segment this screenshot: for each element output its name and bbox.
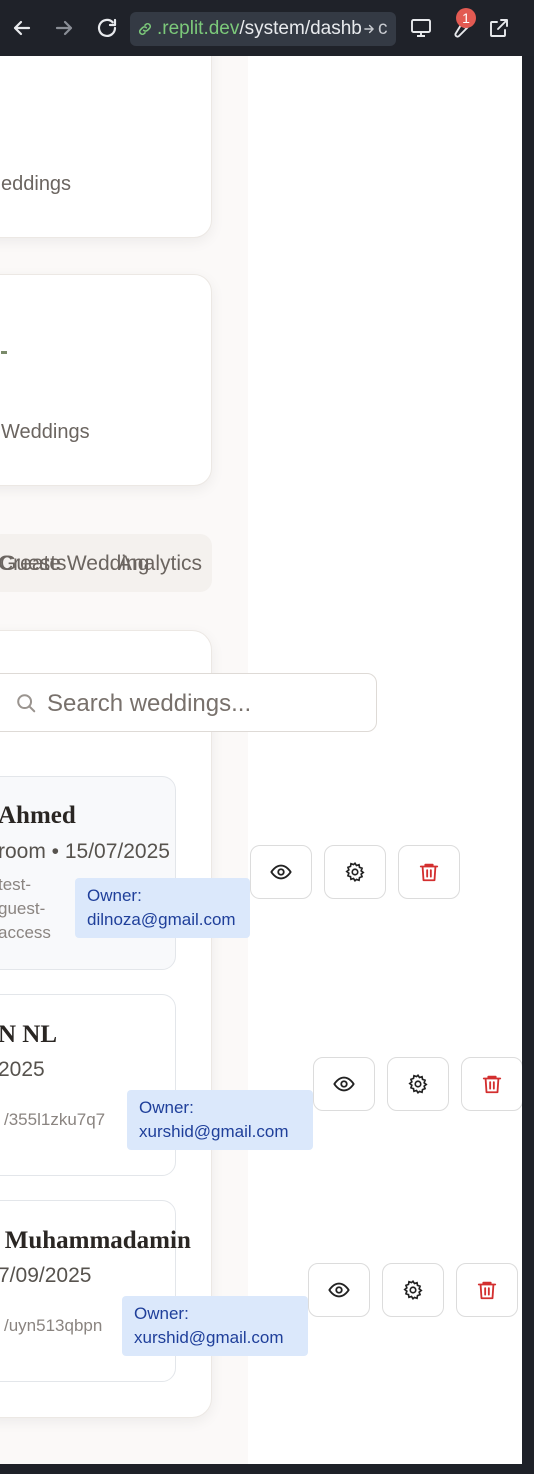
wedding-slug: /uyn513qbpn xyxy=(4,1316,103,1335)
delete-button[interactable] xyxy=(461,1057,522,1111)
search-input[interactable] xyxy=(45,686,349,722)
eye-icon xyxy=(270,864,292,880)
settings-button[interactable] xyxy=(324,845,386,899)
eye-icon xyxy=(328,1282,350,1298)
wedding-slug: test- guest- access xyxy=(0,875,51,942)
trash-icon xyxy=(477,1281,497,1300)
link-icon xyxy=(138,22,152,36)
forward-arrow-icon[interactable] xyxy=(52,16,76,40)
owner-badge: Owner: xurshid@gmail.com xyxy=(127,1090,313,1150)
browser-toolbar: .replit.dev/system/dashb c 1 xyxy=(0,0,534,56)
view-button[interactable] xyxy=(313,1057,375,1111)
settings-button[interactable] xyxy=(382,1263,444,1317)
notification-badge: 1 xyxy=(456,8,476,28)
stat-label: Weddings xyxy=(1,421,90,443)
stat-indicator xyxy=(1,351,7,354)
settings-button[interactable] xyxy=(387,1057,449,1111)
url-arrow-icon xyxy=(364,24,374,34)
url-text: .replit.dev/system/dashb xyxy=(157,18,362,40)
window-edge xyxy=(522,56,534,1464)
reload-icon[interactable] xyxy=(95,16,119,40)
tab-guests[interactable]: Guests xyxy=(0,552,67,576)
gear-icon xyxy=(408,1074,428,1094)
owner-badge: Owner: dilnoza@gmail.com xyxy=(75,878,250,938)
stat-card-weddings: eddings xyxy=(0,56,212,238)
wedding-name: N NL xyxy=(0,1021,58,1048)
wedding-slug: /355l1zku7q7 xyxy=(4,1110,106,1129)
url-tail: c xyxy=(378,18,388,39)
ring-icon xyxy=(0,65,11,115)
tabs-bar: Create Wedding Guests Analytics xyxy=(0,534,212,592)
owner-badge: Owner: xurshid@gmail.com xyxy=(122,1296,308,1356)
search-box xyxy=(0,673,377,732)
delete-button[interactable] xyxy=(398,845,460,899)
wedding-date: 2025 xyxy=(0,1058,45,1081)
wedding-date: 7/09/2025 xyxy=(0,1264,92,1287)
delete-button[interactable] xyxy=(456,1263,518,1317)
search-icon xyxy=(17,694,36,713)
external-link-icon[interactable] xyxy=(487,16,511,40)
page-content: eddings Weddings Create Wedding Guests A… xyxy=(0,56,522,1464)
url-domain: .replit.dev xyxy=(157,18,240,39)
stat-card-active-weddings: Weddings xyxy=(0,274,212,486)
trash-icon xyxy=(419,863,439,882)
tab-analytics[interactable]: Analytics xyxy=(118,552,202,576)
wedding-venue-date: room • 15/07/2025 xyxy=(0,840,170,863)
eye-icon xyxy=(333,1076,355,1092)
window-bottom-edge xyxy=(0,1464,534,1474)
stat-label: eddings xyxy=(1,173,72,195)
wedding-name: ’ Muhammadamin xyxy=(0,1227,191,1254)
monitor-icon[interactable] xyxy=(409,16,433,40)
view-button[interactable] xyxy=(250,845,312,899)
url-path: /system/dashb xyxy=(239,18,362,39)
address-bar[interactable]: .replit.dev/system/dashb c xyxy=(130,12,396,46)
view-button[interactable] xyxy=(308,1263,370,1317)
gear-icon xyxy=(345,862,365,882)
back-arrow-icon[interactable] xyxy=(10,16,34,40)
trash-icon xyxy=(482,1075,502,1094)
wedding-name: Ahmed xyxy=(0,802,76,829)
gear-icon xyxy=(403,1280,423,1300)
